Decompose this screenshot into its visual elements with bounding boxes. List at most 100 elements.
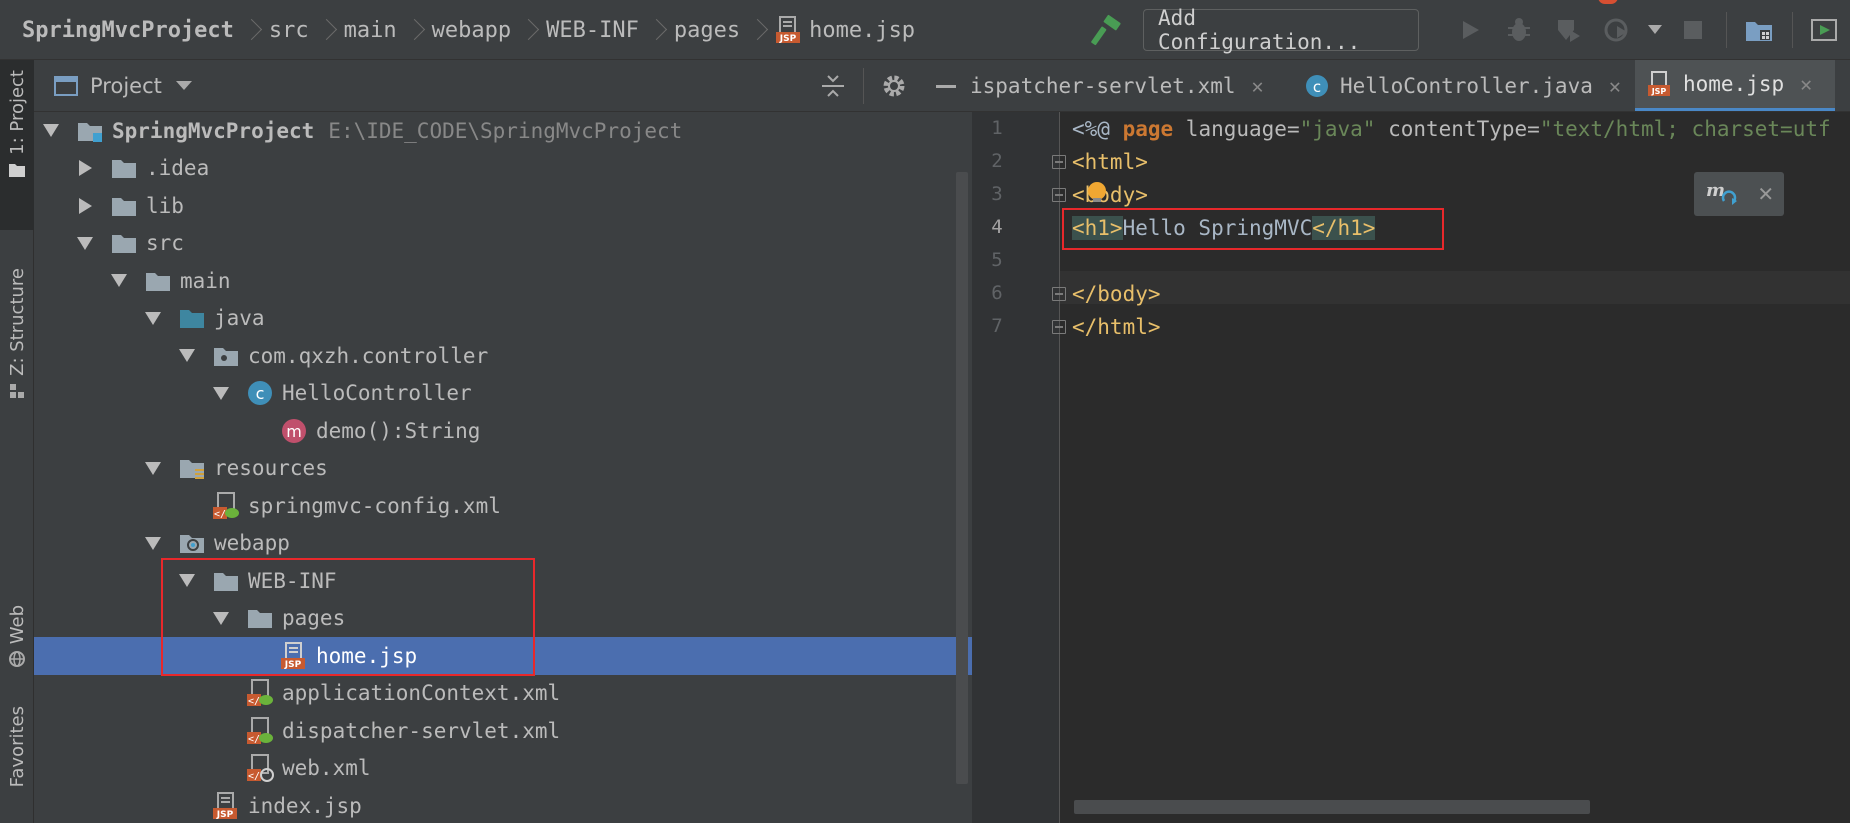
folder-icon	[112, 197, 136, 216]
close-icon[interactable]: ✕	[1800, 72, 1812, 96]
expand-arrow-icon[interactable]	[210, 382, 232, 404]
build-hammer-icon[interactable]	[1090, 12, 1125, 48]
editor-horizontal-scrollbar[interactable]	[1074, 800, 1590, 814]
collapse-arrow-icon[interactable]	[74, 157, 96, 179]
tool-tab-structure-label: Z: Structure	[6, 268, 28, 376]
line-number: 3	[991, 183, 1003, 205]
tree-item-src[interactable]: src	[34, 225, 972, 263]
tool-tab-web[interactable]: Web	[0, 605, 34, 695]
highlight-box-h1-line	[1062, 208, 1444, 250]
project-structure-icon[interactable]	[1743, 13, 1776, 47]
breadcrumb-home-jsp[interactable]: JSP home.jsp	[775, 16, 915, 44]
svg-text:</: </	[248, 771, 260, 782]
project-view-selector[interactable]: Project	[54, 74, 192, 98]
run-dashboard-icon[interactable]	[1809, 13, 1842, 47]
tree-scrollbar[interactable]	[956, 172, 968, 784]
svg-text:JSP: JSP	[216, 810, 234, 820]
close-icon[interactable]: ✕	[1252, 74, 1264, 98]
tree-item-label: com.qxzh.controller	[248, 343, 489, 368]
tree-item-label: lib	[146, 193, 184, 218]
navigation-bar: SpringMvcProject src main webapp WEB-INF…	[0, 0, 1850, 60]
chevron-down-icon	[175, 81, 192, 90]
expand-arrow-icon[interactable]	[142, 457, 164, 479]
hide-panel-minus-icon[interactable]	[928, 68, 964, 104]
web-folder-icon	[180, 535, 204, 554]
breadcrumb-project[interactable]: SpringMvcProject	[22, 18, 234, 43]
tree-item-main[interactable]: main	[34, 262, 972, 300]
tab-hello-controller[interactable]: c HelloController.java ✕	[1292, 60, 1633, 111]
gear-icon[interactable]	[876, 68, 912, 104]
breadcrumb-separator	[651, 18, 662, 42]
svg-text:</: </	[248, 734, 260, 745]
breadcrumb-src[interactable]: src	[269, 18, 309, 43]
tool-tab-project[interactable]: 1: Project	[0, 60, 34, 230]
tab-dispatcher-servlet[interactable]: ispatcher-servlet.xml ✕	[972, 60, 1276, 111]
run-icon[interactable]	[1453, 13, 1486, 47]
tree-item-web-xml[interactable]: </ web.xml	[34, 750, 972, 788]
breadcrumb-main[interactable]: main	[344, 18, 397, 43]
tree-item-label: java	[214, 306, 265, 331]
tree-item-java[interactable]: java	[34, 300, 972, 338]
breadcrumb-pages[interactable]: pages	[674, 18, 740, 43]
tool-tab-structure[interactable]: Z: Structure	[0, 268, 34, 428]
svg-text:m: m	[286, 422, 302, 441]
web-xml-icon: </	[247, 754, 274, 783]
tool-tab-favorites[interactable]: Favorites	[0, 706, 34, 823]
profile-icon[interactable]	[1600, 13, 1633, 47]
fold-marker-icon[interactable]	[1052, 320, 1066, 334]
maven-reload-icon[interactable]: m	[1704, 179, 1738, 209]
collapse-all-icon[interactable]	[815, 68, 851, 104]
line-number: 2	[991, 150, 1003, 172]
tree-item-resources[interactable]: resources	[34, 450, 972, 488]
expand-arrow-icon[interactable]	[74, 232, 96, 254]
code-token: contentType=	[1375, 116, 1540, 141]
tree-item-index-jsp[interactable]: JSP index.jsp	[34, 787, 972, 823]
tree-item-application-context[interactable]: </ applicationContext.xml	[34, 675, 972, 713]
breadcrumb-web-inf[interactable]: WEB-INF	[546, 18, 639, 43]
collapse-arrow-icon[interactable]	[74, 195, 96, 217]
expand-arrow-icon[interactable]	[40, 120, 62, 142]
svg-text:JSP: JSP	[779, 34, 797, 44]
tree-item-label: demo():String	[316, 418, 481, 443]
tree-item-label: springmvc-config.xml	[248, 493, 501, 518]
tree-item-idea[interactable]: .idea	[34, 150, 972, 188]
resources-folder-icon	[180, 460, 204, 480]
intention-bulb-icon[interactable]	[1086, 181, 1108, 203]
tree-item-label: src	[146, 231, 184, 256]
tree-item-package[interactable]: com.qxzh.controller	[34, 337, 972, 375]
left-tool-strip: 1: Project Z: Structure Web Favorites	[0, 60, 34, 823]
tree-item-webapp[interactable]: webapp	[34, 525, 972, 563]
tab-home-jsp[interactable]: JSP home.jsp ✕	[1635, 60, 1835, 111]
tree-item-springmvc-config[interactable]: </ springmvc-config.xml	[34, 487, 972, 525]
debug-icon[interactable]	[1502, 13, 1535, 47]
breadcrumb-webapp[interactable]: webapp	[432, 18, 511, 43]
tree-item-dispatcher-servlet[interactable]: </ dispatcher-servlet.xml	[34, 712, 972, 750]
code-token: <%@	[1072, 116, 1123, 141]
stop-icon[interactable]	[1677, 13, 1710, 47]
tree-item-label: applicationContext.xml	[282, 681, 561, 706]
tree-item-hello-controller[interactable]: c HelloController	[34, 375, 972, 413]
expand-arrow-icon[interactable]	[176, 345, 198, 367]
tree-item-project-root[interactable]: SpringMvcProject E:\IDE_CODE\SpringMvcPr…	[34, 112, 972, 150]
class-icon: c	[1306, 75, 1328, 97]
expand-arrow-icon[interactable]	[142, 532, 164, 554]
run-with-coverage-icon[interactable]	[1551, 13, 1584, 47]
module-folder-icon	[78, 122, 102, 142]
add-configuration-button[interactable]: Add Configuration...	[1143, 6, 1420, 54]
tree-item-demo-method[interactable]: m demo():String	[34, 412, 972, 450]
tab-label: HelloController.java	[1340, 74, 1593, 98]
tab-label: ispatcher-servlet.xml	[972, 74, 1236, 98]
close-icon[interactable]: ✕	[1609, 74, 1621, 98]
fold-marker-icon[interactable]	[1052, 155, 1066, 169]
fold-marker-icon[interactable]	[1052, 287, 1066, 301]
expand-arrow-icon[interactable]	[108, 270, 130, 292]
breadcrumb-separator	[409, 18, 420, 42]
close-icon[interactable]: ✕	[1757, 182, 1774, 206]
breadcrumb-separator	[321, 18, 332, 42]
fold-marker-icon[interactable]	[1052, 188, 1066, 202]
expand-arrow-icon[interactable]	[142, 307, 164, 329]
folder-icon	[146, 272, 170, 291]
run-options-chevron-down-icon[interactable]	[1645, 13, 1664, 47]
project-tool-window: Project SpringMvcProject E:\IDE_CODE\Spr…	[34, 60, 972, 823]
tree-item-lib[interactable]: lib	[34, 187, 972, 225]
